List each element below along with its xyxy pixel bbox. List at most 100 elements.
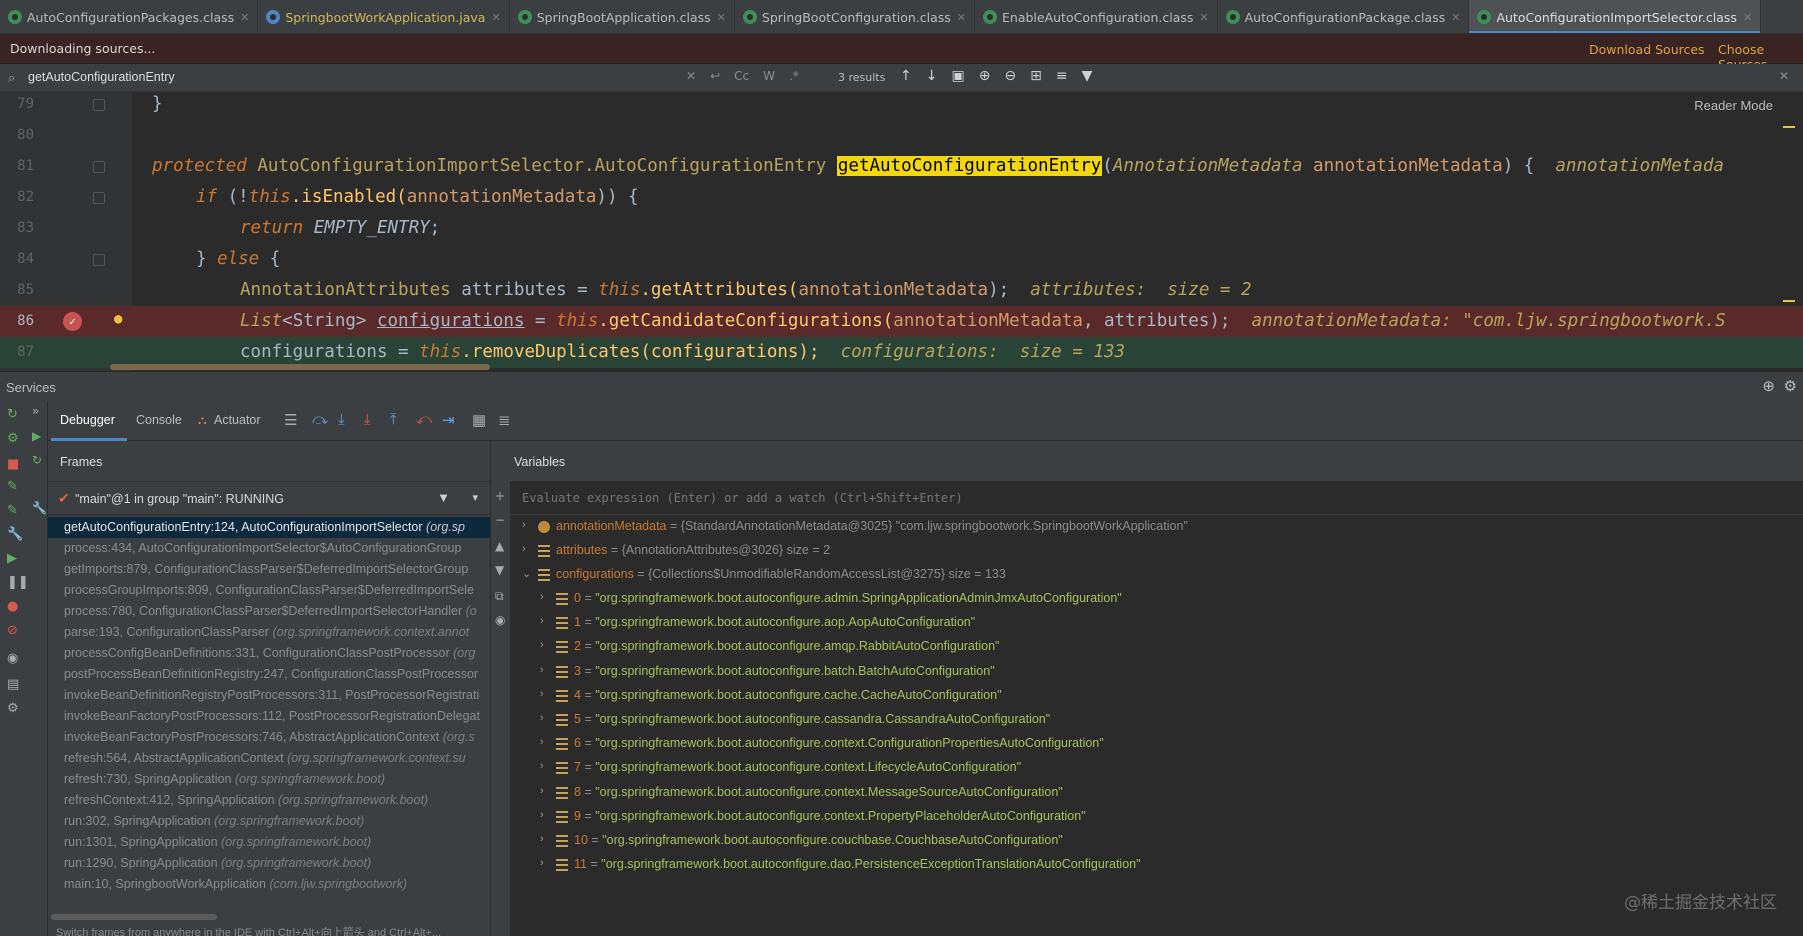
next-occurrence-icon[interactable]: ↓ xyxy=(926,68,938,84)
add-selection-icon[interactable]: ⊕ xyxy=(979,68,991,84)
clear-icon[interactable]: ✕ xyxy=(686,69,696,83)
list-item[interactable]: › 4 = "org.springframework.boot.autoconfi… xyxy=(510,684,1803,708)
view-breakpoints-icon[interactable]: ● xyxy=(7,599,18,614)
tab-autoconfigurationpackage[interactable]: AutoConfigurationPackage.class ✕ xyxy=(1218,0,1470,33)
chevron-right-icon[interactable]: › xyxy=(540,664,544,676)
tab-autoconfigurationpackages[interactable]: AutoConfigurationPackages.class ✕ xyxy=(0,0,259,33)
copy-icon[interactable]: ⧉ xyxy=(495,589,504,604)
stack-frame[interactable]: run:1301, SpringApplication (org.springf… xyxy=(48,832,490,853)
chevron-right-icon[interactable]: › xyxy=(540,760,544,772)
stop-icon[interactable]: ■ xyxy=(7,457,19,472)
menu-icon[interactable]: ☰ xyxy=(284,411,297,429)
stack-frame[interactable]: refreshContext:412, SpringApplication (o… xyxy=(48,790,490,811)
run-icon[interactable]: ▶ xyxy=(32,429,41,443)
search-input[interactable] xyxy=(28,70,668,84)
close-icon[interactable]: ✕ xyxy=(957,11,966,24)
stack-frame[interactable]: parse:193, ConfigurationClassParser (org… xyxy=(48,622,490,643)
lightbulb-icon[interactable]: ● xyxy=(114,311,122,327)
drop-frame-icon[interactable]: ⤺ xyxy=(416,411,432,428)
close-icon[interactable]: ✕ xyxy=(491,11,500,24)
tab-actuator[interactable]: Actuator xyxy=(214,413,261,427)
close-icon[interactable]: ✕ xyxy=(240,11,249,24)
expand-icon[interactable]: » xyxy=(32,404,39,418)
step-out-icon[interactable]: ⤒ xyxy=(390,411,397,428)
chevron-right-icon[interactable]: › xyxy=(540,736,544,748)
close-icon[interactable]: ✕ xyxy=(1199,11,1208,24)
stack-frame[interactable]: refresh:730, SpringApplication (org.spri… xyxy=(48,769,490,790)
layout-icon[interactable]: ▤ xyxy=(7,677,19,692)
variable-row[interactable]: › annotationMetadata = {StandardAnnotati… xyxy=(510,515,1803,539)
tab-console[interactable]: Console xyxy=(136,413,182,427)
chevron-right-icon[interactable]: › xyxy=(522,519,526,531)
close-icon[interactable]: ✕ xyxy=(717,11,726,24)
list-item[interactable]: › 11 = "org.springframework.boot.autoconf… xyxy=(510,853,1803,877)
list-item[interactable]: › 5 = "org.springframework.boot.autoconfi… xyxy=(510,708,1803,732)
chevron-right-icon[interactable]: › xyxy=(540,615,544,627)
evaluate-expression-icon[interactable]: ▦ xyxy=(472,411,486,429)
fold-icon[interactable] xyxy=(93,192,105,204)
chevron-right-icon[interactable]: › xyxy=(540,591,544,603)
run-config-icon[interactable]: ⚙ xyxy=(7,431,19,446)
filter-options-icon[interactable]: ≡ xyxy=(1056,68,1068,84)
filter-icon[interactable]: ▼ xyxy=(1082,68,1093,84)
stack-frame[interactable]: getAutoConfigurationEntry:124, AutoConfi… xyxy=(48,517,490,538)
variable-row[interactable]: ⌄ configurations = {Collections$Unmodifi… xyxy=(510,563,1803,587)
stack-frame[interactable]: processGroupImports:809, ConfigurationCl… xyxy=(48,580,490,601)
breakpoint-icon[interactable]: ✓ xyxy=(63,312,82,331)
list-item[interactable]: › 2 = "org.springframework.boot.autoconfi… xyxy=(510,635,1803,659)
stack-frame[interactable]: run:302, SpringApplication (org.springfr… xyxy=(48,811,490,832)
rerun-icon[interactable]: ↻ xyxy=(7,407,18,422)
tab-springbootapplication[interactable]: SpringBootApplication.class ✕ xyxy=(510,0,735,33)
close-search-icon[interactable]: ✕ xyxy=(1779,69,1789,83)
stack-frame[interactable]: main:10, SpringbootWorkApplication (com.… xyxy=(48,874,490,895)
newline-icon[interactable]: ↩ xyxy=(710,69,720,83)
stack-frame[interactable]: run:1290, SpringApplication (org.springf… xyxy=(48,853,490,874)
stack-frame[interactable]: processConfigBeanDefinitions:331, Config… xyxy=(48,643,490,664)
chevron-right-icon[interactable]: › xyxy=(522,543,526,555)
chevron-right-icon[interactable]: › xyxy=(540,785,544,797)
chevron-right-icon[interactable]: › xyxy=(540,857,544,869)
remove-selection-icon[interactable]: ⊖ xyxy=(1004,68,1016,84)
tab-enableautoconfiguration[interactable]: EnableAutoConfiguration.class ✕ xyxy=(975,0,1218,33)
camera-icon[interactable]: ◉ xyxy=(7,651,18,666)
settings-icon[interactable]: ⚙ xyxy=(7,701,19,716)
regex-toggle[interactable]: .* xyxy=(789,69,799,83)
tab-autoconfigurationimportselector[interactable]: AutoConfigurationImportSelector.class ✕ xyxy=(1469,0,1762,33)
move-down-icon[interactable]: ▼ xyxy=(495,563,504,577)
list-item[interactable]: › 9 = "org.springframework.boot.autoconfi… xyxy=(510,805,1803,829)
select-all-occurrences-icon[interactable]: ⊞ xyxy=(1030,68,1042,84)
resume-icon[interactable]: ▶ xyxy=(7,551,17,566)
match-case-toggle[interactable]: Cc xyxy=(734,69,749,83)
attach-icon[interactable]: ✎ xyxy=(7,503,18,518)
evaluate-expression-input[interactable] xyxy=(522,487,1782,509)
chevron-right-icon[interactable]: › xyxy=(540,688,544,700)
list-item[interactable]: › 6 = "org.springframework.boot.autoconfi… xyxy=(510,732,1803,756)
stack-frame[interactable]: invokeBeanFactoryPostProcessors:112, Pos… xyxy=(48,706,490,727)
stack-frame[interactable]: process:780, ConfigurationClassParser$De… xyxy=(48,601,490,622)
gear-icon[interactable]: ⚙ xyxy=(1784,377,1797,395)
chevron-down-icon[interactable]: ▾ xyxy=(472,491,478,504)
list-item[interactable]: › 1 = "org.springframework.boot.autoconfi… xyxy=(510,611,1803,635)
list-item[interactable]: › 0 = "org.springframework.boot.autoconfi… xyxy=(510,587,1803,611)
editor-horizontal-scrollbar[interactable] xyxy=(110,364,490,370)
pause-icon[interactable]: ❚❚ xyxy=(7,575,29,590)
list-item[interactable]: › 3 = "org.springframework.boot.autoconfi… xyxy=(510,660,1803,684)
rerun-icon[interactable]: ↻ xyxy=(32,453,42,467)
edit-icon[interactable]: ✎ xyxy=(7,479,18,494)
stack-frame[interactable]: refresh:564, AbstractApplicationContext … xyxy=(48,748,490,769)
step-into-icon[interactable]: ⤓ xyxy=(338,411,345,428)
select-all-icon[interactable]: ▣ xyxy=(951,68,964,84)
wrench-icon[interactable]: 🔧 xyxy=(7,527,23,542)
add-watch-icon[interactable]: + xyxy=(495,489,505,503)
stack-frame[interactable]: invokeBeanFactoryPostProcessors:746, Abs… xyxy=(48,727,490,748)
wrench-icon[interactable]: 🔧 xyxy=(32,501,47,515)
target-icon[interactable]: ⊕ xyxy=(1762,377,1775,395)
mute-breakpoints-icon[interactable]: ⊘ xyxy=(7,623,18,638)
force-step-into-icon[interactable]: ⤓ xyxy=(364,411,371,428)
remove-watch-icon[interactable]: − xyxy=(495,513,505,527)
previous-occurrence-icon[interactable]: ↑ xyxy=(900,68,912,84)
download-sources-link[interactable]: Download Sources xyxy=(1589,42,1705,57)
move-up-icon[interactable]: ▲ xyxy=(495,539,504,553)
filter-icon[interactable]: ▼ xyxy=(437,490,450,505)
chevron-right-icon[interactable]: › xyxy=(540,639,544,651)
